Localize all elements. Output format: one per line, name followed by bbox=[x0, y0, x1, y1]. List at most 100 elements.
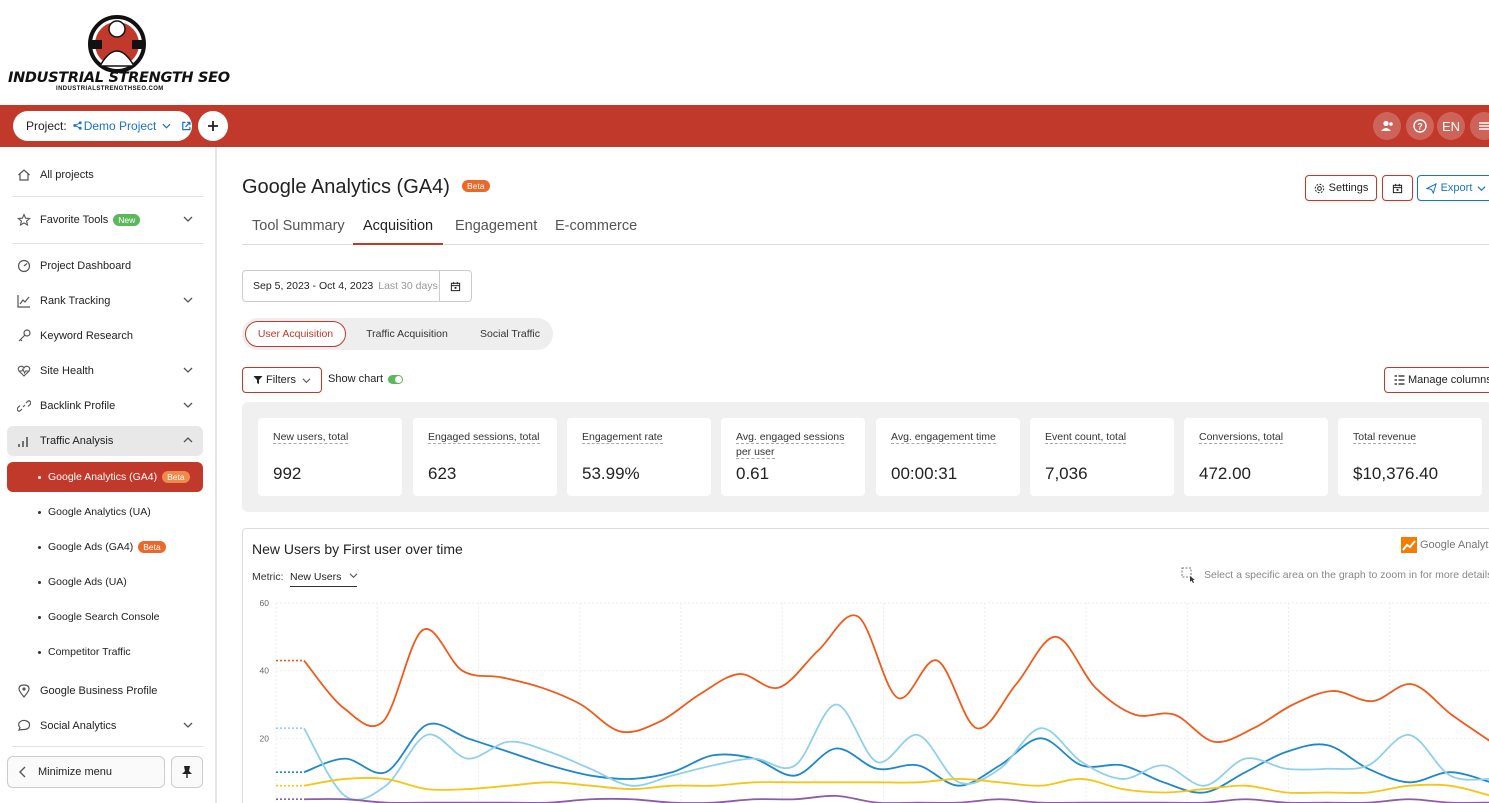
settings-button[interactable]: Settings bbox=[1305, 175, 1377, 201]
ga-brand: Google Analytics bbox=[1420, 539, 1489, 551]
tab-ecommerce[interactable]: E-commerce bbox=[545, 218, 647, 245]
metric-select[interactable]: New Users bbox=[290, 571, 358, 587]
sidebar-item-social-analytics[interactable]: Social Analytics bbox=[7, 711, 203, 741]
show-chart-toggle[interactable]: Show chart bbox=[328, 373, 404, 385]
project-name: Demo Project bbox=[71, 119, 156, 133]
calendar-button[interactable] bbox=[1382, 175, 1413, 201]
export-button[interactable]: Export bbox=[1417, 175, 1489, 201]
sidebar-item-keyword-research[interactable]: Keyword Research bbox=[7, 321, 203, 351]
sidebar-sub-ga4[interactable]: Google Analytics (GA4) Beta bbox=[7, 462, 203, 492]
date-range-picker[interactable]: Sep 5, 2023 - Oct 4, 2023 Last 30 days bbox=[242, 270, 472, 302]
kpi-label: Total revenue bbox=[1353, 431, 1417, 444]
add-project-button[interactable] bbox=[198, 111, 228, 141]
export-label: Export bbox=[1440, 182, 1473, 194]
series-line-0[interactable] bbox=[303, 614, 1489, 743]
sidebar-item-project-dashboard[interactable]: Project Dashboard bbox=[7, 251, 203, 281]
kpi-card: New users, total 992 bbox=[258, 418, 402, 496]
segment-user-acquisition[interactable]: User Acquisition bbox=[245, 321, 346, 347]
users-button[interactable] bbox=[1373, 112, 1401, 140]
toggle-switch[interactable] bbox=[388, 374, 404, 384]
logo-emblem-icon bbox=[88, 15, 146, 73]
sidebar: All projects Favorite Tools New Project … bbox=[0, 147, 217, 803]
bullet bbox=[38, 580, 41, 584]
kpi-card: Avg. engaged sessions per user 0.61 bbox=[721, 418, 865, 496]
sidebar-item-site-health[interactable]: Site Health bbox=[7, 356, 203, 386]
chevron-down-icon bbox=[183, 722, 193, 728]
kpi-card: Avg. engagement time 00:00:31 bbox=[876, 418, 1020, 496]
project-selector[interactable]: Project: Demo Project bbox=[13, 111, 192, 141]
divider bbox=[12, 243, 203, 244]
external-link-icon[interactable] bbox=[181, 120, 192, 132]
manage-columns-button[interactable]: Manage columns bbox=[1384, 367, 1489, 393]
segment-social-traffic[interactable]: Social Traffic bbox=[470, 321, 550, 347]
filters-button[interactable]: Filters bbox=[242, 367, 322, 393]
help-button[interactable]: ? bbox=[1406, 112, 1434, 140]
logo-area: INDUSTRIAL STRENGTH SEO INDUSTRIALSTRENG… bbox=[0, 0, 1489, 105]
home-icon bbox=[16, 168, 31, 183]
bullet bbox=[38, 545, 41, 549]
chart-title: New Users by First user over time bbox=[252, 541, 463, 557]
tab-tool-summary[interactable]: Tool Summary bbox=[242, 218, 355, 245]
kpi-value: 0.61 bbox=[736, 464, 770, 483]
sidebar-label: Rank Tracking bbox=[40, 295, 111, 307]
main-content: Google Analytics (GA4) Beta Settings Exp… bbox=[219, 147, 1489, 803]
line-chart-icon bbox=[16, 294, 31, 309]
calendar-icon bbox=[1392, 183, 1403, 193]
chevron-down-icon bbox=[302, 377, 311, 383]
kpi-card: Total revenue $10,376.40 bbox=[1338, 418, 1482, 496]
series-line-4[interactable] bbox=[303, 794, 1489, 803]
pin-menu-button[interactable] bbox=[171, 756, 203, 788]
kpi-label: Event count, total bbox=[1045, 431, 1127, 444]
sidebar-label: Favorite Tools bbox=[40, 214, 109, 226]
kpi-card: Engagement rate 53.99% bbox=[567, 418, 711, 496]
tab-bar: Tool Summary Acquisition Engagement E-co… bbox=[242, 209, 1489, 245]
sidebar-sub-ads-ga4[interactable]: Google Ads (GA4) Beta bbox=[7, 532, 203, 562]
menu-button[interactable] bbox=[1470, 112, 1489, 140]
sidebar-item-google-business-profile[interactable]: Google Business Profile bbox=[7, 676, 203, 706]
sidebar-sub-ua[interactable]: Google Analytics (UA) bbox=[7, 497, 203, 527]
sidebar-sub-ads-ua[interactable]: Google Ads (UA) bbox=[7, 567, 203, 597]
chevron-down-icon bbox=[1477, 185, 1486, 191]
kpi-label: Conversions, total bbox=[1199, 431, 1284, 444]
zoom-select-icon bbox=[1181, 567, 1195, 583]
columns-icon bbox=[1394, 375, 1405, 385]
tab-engagement[interactable]: Engagement bbox=[445, 218, 547, 245]
project-label: Project: bbox=[26, 119, 67, 133]
sidebar-item-traffic-analysis[interactable]: Traffic Analysis bbox=[7, 426, 203, 456]
kpi-label: Avg. engagement time bbox=[891, 431, 996, 444]
language-button[interactable]: EN bbox=[1437, 112, 1465, 140]
show-chart-label: Show chart bbox=[328, 373, 384, 385]
sidebar-sub-competitor-traffic[interactable]: Competitor Traffic bbox=[7, 637, 203, 667]
chevron-down-icon bbox=[183, 297, 193, 303]
dashboard-icon bbox=[16, 259, 31, 274]
segment-traffic-acquisition[interactable]: Traffic Acquisition bbox=[354, 321, 460, 347]
kpi-label: Avg. engaged sessions per user bbox=[736, 431, 845, 459]
top-bar: Project: Demo Project ? EN bbox=[0, 105, 1489, 147]
series-line-2[interactable] bbox=[303, 703, 1489, 801]
kpi-value: 7,036 bbox=[1045, 464, 1088, 483]
sidebar-label: Project Dashboard bbox=[40, 260, 132, 272]
calendar-button[interactable] bbox=[439, 271, 471, 301]
bullet bbox=[38, 615, 41, 619]
calendar-icon bbox=[450, 281, 461, 291]
minimize-menu-button[interactable]: Minimize menu bbox=[7, 756, 165, 788]
sidebar-sub-label: Google Analytics (UA) bbox=[48, 506, 151, 518]
series-line-3[interactable] bbox=[303, 776, 1489, 797]
chevron-down-icon bbox=[183, 402, 193, 408]
sidebar-label: Site Health bbox=[40, 365, 94, 377]
sidebar-item-backlink-profile[interactable]: Backlink Profile bbox=[7, 391, 203, 421]
tab-acquisition[interactable]: Acquisition bbox=[353, 218, 444, 245]
sidebar-item-rank-tracking[interactable]: Rank Tracking bbox=[7, 286, 203, 316]
kpi-value: 53.99% bbox=[582, 464, 640, 483]
sidebar-sub-search-console[interactable]: Google Search Console bbox=[7, 602, 203, 632]
line-chart[interactable]: 60 40 20 bbox=[243, 589, 1489, 803]
kpi-value: $10,376.40 bbox=[1353, 464, 1439, 483]
sidebar-item-all-projects[interactable]: All projects bbox=[7, 160, 203, 190]
kpi-card: Event count, total 7,036 bbox=[1030, 418, 1174, 496]
sidebar-item-favorite-tools[interactable]: Favorite Tools New bbox=[7, 205, 203, 235]
chevron-down-icon[interactable] bbox=[162, 121, 171, 131]
kpi-card: Conversions, total 472.00 bbox=[1184, 418, 1328, 496]
sidebar-label: Traffic Analysis bbox=[40, 435, 114, 447]
metric-value: New Users bbox=[290, 571, 342, 583]
manage-columns-label: Manage columns bbox=[1408, 374, 1489, 386]
